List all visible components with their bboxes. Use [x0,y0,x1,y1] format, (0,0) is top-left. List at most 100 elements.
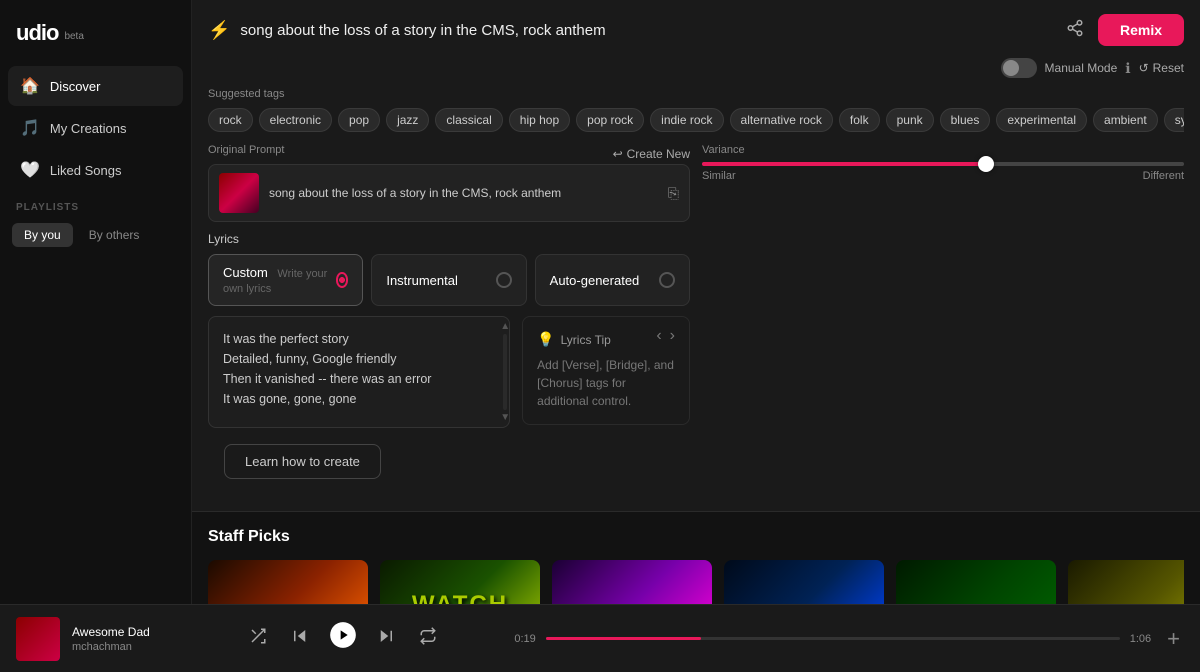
prev-button[interactable] [287,623,313,654]
playlists-section-label: PLAYLISTS [0,190,191,219]
suggested-tags-label: Suggested tags [208,88,1184,100]
staff-picks-title: Staff Picks [208,528,1184,546]
lyrics-tip: 💡 Lyrics Tip ‹ › Add [Verse], [Bridge], … [522,316,690,425]
progress-fill [546,637,701,640]
playlist-tab-by-you[interactable]: By you [12,223,73,247]
similar-label: Similar [702,170,736,182]
sidebar-item-liked-songs[interactable]: 🤍 Liked Songs [8,150,183,190]
tip-prev-button[interactable]: ‹ [654,327,663,345]
tag-folk[interactable]: folk [839,108,880,132]
lyrics-option-custom-label: Custom Write your own lyrics [223,265,336,295]
manual-mode-toggle[interactable] [1001,58,1037,78]
lyrics-textarea[interactable]: It was the perfect story Detailed, funny… [209,317,509,427]
variance-label: Variance [702,144,1184,156]
scroll-up-button[interactable]: ▲ [500,321,510,332]
lyrics-option-custom[interactable]: Custom Write your own lyrics [208,254,363,306]
playlist-tab-by-others[interactable]: By others [77,223,152,247]
tag-ambient[interactable]: ambient [1093,108,1158,132]
sidebar-item-discover[interactable]: 🏠 Discover [8,66,183,106]
staff-picks-row: WATCH [208,560,1184,604]
beta-label: beta [64,31,83,42]
create-prompt-row: ⚡ song about the loss of a story in the … [208,20,1062,41]
player-artist: mchachman [72,641,172,653]
sidebar-item-my-creations-label: My Creations [50,121,127,136]
lyrics-textarea-container: It was the perfect story Detailed, funny… [208,316,510,428]
prompt-card: song about the loss of a story in the CM… [208,164,690,222]
main-content: ⚡ song about the loss of a story in the … [192,0,1200,604]
logo: udio beta [0,12,191,66]
staff-pick-card-5[interactable] [896,560,1056,604]
bulb-icon: 💡 [537,331,554,348]
staff-pick-card-3[interactable] [552,560,712,604]
lyrics-scrollbar: ▲ ▼ [501,317,509,427]
tip-next-button[interactable]: › [668,327,677,345]
tag-pop-rock[interactable]: pop rock [576,108,644,132]
learn-how-button[interactable]: Learn how to create [224,444,381,479]
variance-slider[interactable] [702,162,1184,166]
player-thumbnail [16,617,60,661]
tag-indie-rock[interactable]: indie rock [650,108,723,132]
current-time: 0:19 [514,633,535,645]
slider-thumb [978,156,994,172]
tag-synth-pop[interactable]: synth-pop [1164,108,1184,132]
sidebar-item-my-creations[interactable]: 🎵 My Creations [8,108,183,148]
manual-mode-info-button[interactable]: ℹ [1125,60,1130,77]
tag-pop[interactable]: pop [338,108,380,132]
player-progress: 0:19 1:06 [514,633,1151,645]
create-new-row: Original Prompt ↩ Create New [208,144,690,164]
progress-track[interactable] [546,637,1120,640]
variance-labels: Similar Different [702,170,1184,182]
staff-pick-card-4[interactable] [724,560,884,604]
playlist-tabs: By you By others [0,219,191,251]
lyrics-tip-nav: ‹ › [654,327,677,345]
staff-pick-card-2[interactable]: WATCH [380,560,540,604]
tag-punk[interactable]: punk [886,108,934,132]
bolt-icon: ⚡ [208,20,230,41]
refresh-icon: ↩ [613,147,623,161]
play-pause-button[interactable] [329,621,357,656]
original-prompt-col: Original Prompt ↩ Create New song about … [208,144,690,428]
lyrics-option-auto-generated[interactable]: Auto-generated [535,254,690,306]
tags-section: Suggested tags rock electronic pop jazz … [208,88,1184,132]
share-button[interactable] [1062,15,1088,46]
sidebar: udio beta 🏠 Discover 🎵 My Creations 🤍 Li… [0,0,192,604]
tag-blues[interactable]: blues [940,108,991,132]
custom-radio [336,272,349,288]
lyrics-tip-wrapper: 💡 Lyrics Tip ‹ › Add [Verse], [Bridge], … [522,316,690,428]
copy-prompt-button[interactable]: ⎘ [668,185,679,202]
player-info: Awesome Dad mchachman [72,625,172,653]
staff-pick-card-6[interactable] [1068,560,1184,604]
tag-rock[interactable]: rock [208,108,253,132]
lyrics-option-instrumental[interactable]: Instrumental [371,254,526,306]
sidebar-item-discover-label: Discover [50,79,101,94]
staff-picks-section: Staff Picks WATCH [192,512,1200,604]
next-button[interactable] [373,623,399,654]
repeat-button[interactable] [415,623,441,654]
lyrics-label: Lyrics [208,232,690,246]
learn-section: Learn how to create [208,428,1184,495]
remix-button[interactable]: Remix [1098,14,1184,46]
tag-classical[interactable]: classical [435,108,502,132]
music-note-icon: 🎵 [20,118,40,138]
tag-electronic[interactable]: electronic [259,108,332,132]
sidebar-nav: 🏠 Discover 🎵 My Creations 🤍 Liked Songs [0,66,191,190]
tag-hip-hop[interactable]: hip hop [509,108,570,132]
reset-button[interactable]: ↺ Reset [1139,61,1184,75]
create-new-button[interactable]: ↩ Create New [613,147,690,161]
variance-section: Variance Similar Different [702,144,1184,182]
watch-text: WATCH [380,560,540,604]
manual-mode-row: Manual Mode ℹ ↺ Reset [208,58,1184,78]
add-to-playlist-button[interactable]: + [1163,622,1184,656]
player-bar: Awesome Dad mchachman 0:19 1:06 + [0,604,1200,672]
create-prompt-text: song about the loss of a story in the CM… [240,22,605,39]
staff-pick-card-1[interactable] [208,560,368,604]
home-icon: 🏠 [20,76,40,96]
shuffle-button[interactable] [245,623,271,654]
scroll-down-button[interactable]: ▼ [500,412,510,423]
lyrics-tip-text: Add [Verse], [Bridge], and [Chorus] tags… [537,356,675,410]
tags-row: rock electronic pop jazz classical hip h… [208,108,1184,132]
original-prompt-label: Original Prompt [208,144,284,156]
tag-jazz[interactable]: jazz [386,108,429,132]
tag-alternative-rock[interactable]: alternative rock [730,108,833,132]
tag-experimental[interactable]: experimental [996,108,1087,132]
